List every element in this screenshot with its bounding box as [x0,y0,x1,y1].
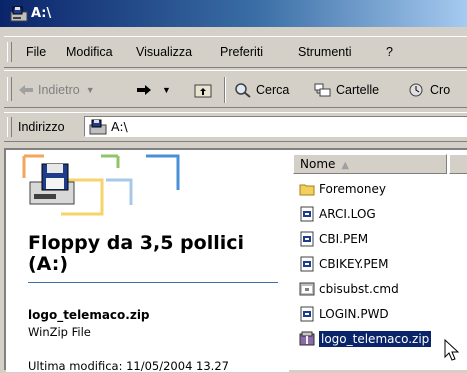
drive-title: Floppy da 3,5 pollici (A:) [28,232,245,275]
sort-ascending-icon: ▲ [341,160,350,171]
back-dropdown-icon[interactable]: ▼ [86,85,95,95]
list-item-label: ARCI.LOG [319,207,376,221]
search-button[interactable]: Cerca [234,79,289,101]
selected-file-type: WinZip File [28,325,91,339]
up-folder-icon [194,84,212,98]
back-button[interactable]: Indietro ▼ [18,79,95,101]
selected-file-name: logo_telemaco.zip [28,308,150,322]
list-item[interactable]: CBIKEY.PEM [299,255,389,273]
address-input[interactable]: A:\ [84,116,467,137]
cmd-file-icon [299,282,315,296]
toolbar-separator [224,77,226,103]
floppy-drive-icon [10,6,28,26]
column-header-name[interactable]: Nome ▲ [293,154,447,174]
list-item-label: CBI.PEM [319,232,369,246]
mouse-pointer-icon [444,339,460,361]
standard-toolbar: Indietro ▼ ▼ Cerca Cartelle Cro [4,70,467,108]
folders-icon [314,83,331,97]
floppy-drive-large-icon [29,163,75,205]
text-file-icon [300,306,314,322]
menu-tools[interactable]: Strumenti [298,45,352,59]
list-item-selected[interactable]: logo_telemaco.zip [299,330,433,348]
back-button-label: Indietro [38,83,80,97]
details-panel: Floppy da 3,5 pollici (A:) logo_telemaco… [6,150,289,373]
search-icon [235,83,251,98]
list-item-label: cbisubst.cmd [319,282,399,296]
text-file-icon [300,256,314,272]
folders-button-label: Cartelle [336,83,380,97]
text-file-icon [300,206,314,222]
menu-help[interactable]: ? [386,45,393,59]
column-header-size[interactable] [449,154,467,174]
list-item[interactable]: CBI.PEM [299,230,368,248]
menu-file[interactable]: File [26,45,46,59]
window-title: A:\ [31,6,52,21]
menubar-grip[interactable] [7,42,12,62]
list-item-label: CBIKEY.PEM [319,257,389,271]
addressbar-grip[interactable] [7,117,12,137]
up-folder-button[interactable] [194,79,216,101]
address-bar: Indirizzo A:\ [4,112,467,142]
forward-button[interactable]: ▼ [136,79,171,101]
zip-file-icon [299,331,315,346]
panel-divider [28,282,278,283]
list-item[interactable]: ARCI.LOG [299,205,376,223]
file-list: Nome ▲ Foremoney ARCI.LOG CBI.PEM CBIKEY… [293,150,467,372]
history-button[interactable]: Cro [408,79,450,101]
menu-view[interactable]: Visualizza [136,45,192,59]
list-item-label: logo_telemaco.zip [317,330,433,348]
content-area: Floppy da 3,5 pollici (A:) logo_telemaco… [4,148,467,373]
menu-bar: File Modifica Visualizza Preferiti Strum… [4,36,467,68]
selected-file-modified: Ultima modifica: 11/05/2004 13.27 [28,359,229,373]
search-button-label: Cerca [256,83,290,97]
forward-arrow-icon [137,85,151,95]
toolbar-grip[interactable] [7,77,12,101]
address-label: Indirizzo [18,120,65,134]
list-item[interactable]: LOGIN.PWD [299,305,389,323]
list-item[interactable]: Foremoney [299,180,386,198]
floppy-drive-icon [89,119,107,134]
list-item-label: Foremoney [319,182,386,196]
history-icon [409,83,423,97]
list-item-label: LOGIN.PWD [319,307,389,321]
menu-favorites[interactable]: Preferiti [220,45,263,59]
list-item[interactable]: cbisubst.cmd [299,280,399,298]
title-bar[interactable]: A:\ [0,0,467,27]
address-value: A:\ [111,119,128,134]
menu-edit[interactable]: Modifica [66,45,113,59]
folder-icon [299,184,315,196]
back-arrow-icon [19,85,33,95]
forward-dropdown-icon[interactable]: ▼ [162,85,171,95]
column-header-label: Nome [300,157,336,171]
text-file-icon [300,231,314,247]
history-button-label: Cro [430,83,451,97]
folders-button[interactable]: Cartelle [314,79,379,101]
